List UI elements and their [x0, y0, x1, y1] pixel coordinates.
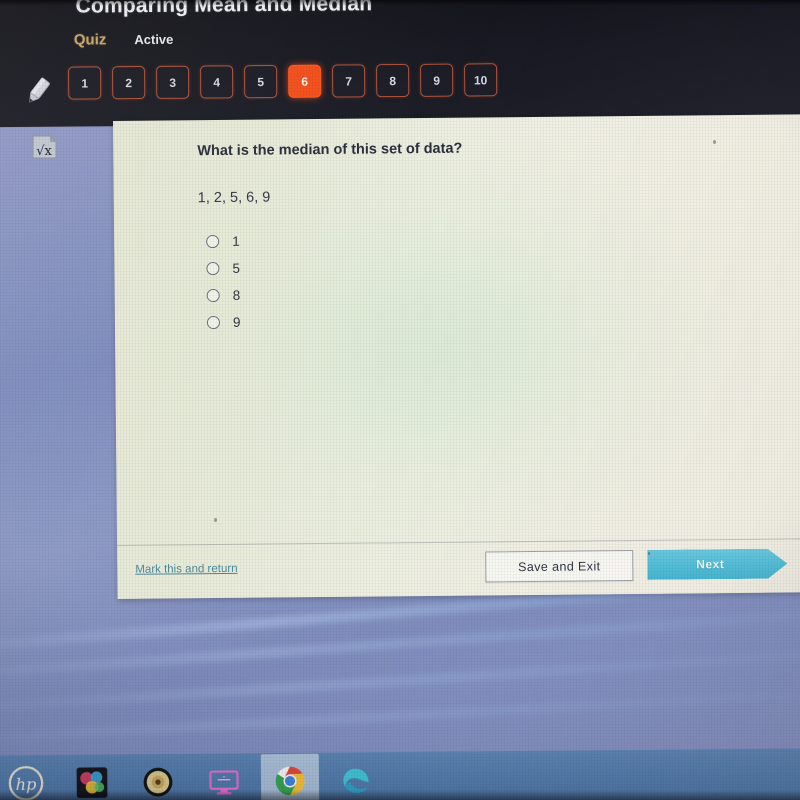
quiz-content-panel: What is the median of this set of data? … — [113, 114, 800, 599]
radio-button-icon[interactable] — [206, 315, 221, 330]
quiz-status-row: Quiz Active — [73, 31, 174, 49]
app-header: Comparing Mean and Median Quiz Active 1 … — [0, 0, 800, 128]
qnum-button-4[interactable]: 4 — [200, 65, 234, 99]
quiz-label: Quiz — [73, 31, 107, 49]
answer-options[interactable]: 1 5 8 9 — [206, 228, 241, 336]
qnum-button-7[interactable]: 7 — [332, 64, 366, 98]
question-data-set: 1, 2, 5, 6, 9 — [197, 189, 271, 207]
disc-media-icon[interactable] — [138, 762, 178, 800]
answer-option-label: 9 — [232, 314, 241, 330]
edge-icon[interactable] — [336, 760, 376, 800]
answer-option-label: 8 — [232, 287, 241, 303]
save-and-exit-button[interactable]: Save and Exit — [485, 550, 634, 583]
answer-option-3[interactable]: 8 — [206, 282, 241, 309]
radio-button-icon[interactable] — [206, 261, 220, 276]
mark-and-return-link[interactable]: Mark this and return — [135, 563, 237, 576]
hp-apps-icon[interactable] — [72, 763, 112, 800]
qnum-button-5[interactable]: 5 — [244, 64, 278, 99]
question-number-nav[interactable]: 1 2 3 4 5 6 7 8 9 10 — [68, 63, 498, 100]
qnum-button-10[interactable]: 10 — [464, 63, 498, 97]
windows-taskbar[interactable]: hp — [0, 748, 800, 800]
page-title: Comparing Mean and Median — [75, 0, 373, 18]
answer-option-1[interactable]: 1 — [206, 228, 240, 255]
chrome-icon[interactable] — [270, 761, 310, 800]
qnum-button-9[interactable]: 9 — [420, 63, 454, 97]
qnum-button-2[interactable]: 2 — [112, 66, 146, 100]
answer-option-2[interactable]: 5 — [206, 255, 240, 282]
qnum-button-1[interactable]: 1 — [68, 66, 102, 100]
sqrt-x-icon[interactable]: √x — [30, 132, 60, 162]
answer-option-label: 1 — [232, 233, 240, 249]
wallpaper-streak — [0, 683, 800, 746]
svg-text:hp: hp — [16, 775, 37, 794]
monitor-photo: Comparing Mean and Median Quiz Active 1 … — [0, 0, 800, 800]
wallpaper-streak — [0, 602, 800, 682]
wallpaper-streak — [0, 643, 800, 716]
qnum-button-6[interactable]: 6 — [288, 64, 322, 98]
footer-divider — [117, 538, 800, 546]
status-badge: Active — [134, 31, 174, 48]
next-button-label: Next — [696, 557, 725, 572]
qnum-button-3[interactable]: 3 — [156, 65, 190, 99]
answer-option-label: 5 — [232, 260, 241, 276]
radio-button-icon[interactable] — [206, 288, 220, 303]
radio-button-icon[interactable] — [206, 234, 220, 249]
qnum-button-8[interactable]: 8 — [376, 63, 410, 98]
hp-display-icon[interactable] — [204, 761, 244, 800]
svg-text:√x: √x — [36, 144, 52, 159]
answer-option-4[interactable]: 9 — [206, 309, 241, 336]
hp-logo-icon[interactable]: hp — [6, 763, 46, 800]
question-prompt: What is the median of this set of data? — [197, 140, 463, 160]
pencil-icon[interactable] — [22, 75, 54, 107]
next-button[interactable]: Next — [647, 549, 787, 580]
